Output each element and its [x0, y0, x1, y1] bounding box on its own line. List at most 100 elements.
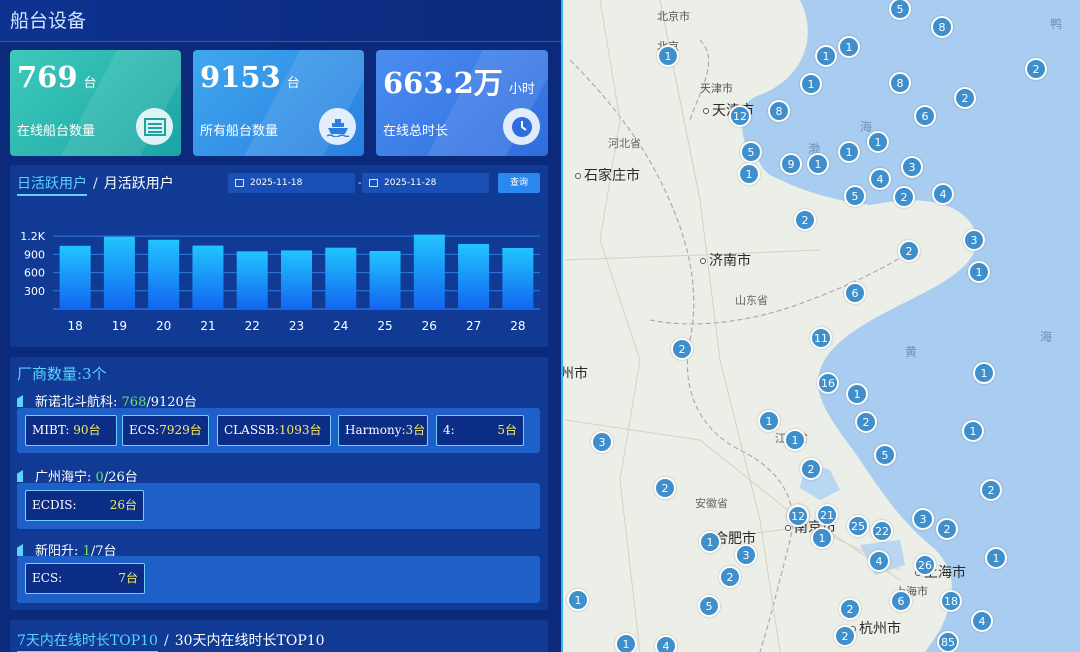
ship-cluster-marker[interactable]: 1: [962, 420, 984, 442]
ship-cluster-marker[interactable]: 1: [985, 547, 1007, 569]
ship-cluster-marker[interactable]: 5: [698, 595, 720, 617]
tab-7day-top10[interactable]: 7天内在线时长TOP10: [17, 633, 158, 652]
ship-cluster-marker[interactable]: 4: [868, 550, 890, 572]
ship-cluster-marker[interactable]: 26: [914, 554, 936, 576]
ship-cluster-marker[interactable]: 1: [657, 45, 679, 67]
bar[interactable]: [413, 234, 445, 309]
bar[interactable]: [325, 247, 357, 309]
online-duration-card[interactable]: 663.2万 小时 在线总时长: [376, 50, 548, 156]
device-type-tag[interactable]: Harmony:3台: [338, 415, 428, 446]
device-panel: 船台设备 769 台 在线船台数量 9153 台 所有船台数量 663.2万 小时 在…: [0, 0, 563, 652]
tab-30day-top10[interactable]: 30天内在线时长TOP10: [175, 633, 325, 649]
ship-cluster-marker[interactable]: 3: [963, 229, 985, 251]
bar[interactable]: [502, 247, 534, 309]
ship-cluster-marker[interactable]: 12: [787, 505, 809, 527]
bar[interactable]: [458, 244, 490, 309]
ship-cluster-marker[interactable]: 1: [838, 141, 860, 163]
ship-cluster-marker[interactable]: 1: [811, 527, 833, 549]
device-type-tag[interactable]: CLASSB:1093台: [217, 415, 331, 446]
ship-cluster-marker[interactable]: 4: [971, 610, 993, 632]
ship-cluster-marker[interactable]: 1: [815, 45, 837, 67]
vendor-tag-row: ECS: 7台: [17, 556, 540, 603]
list-icon: [136, 108, 173, 145]
city-dot-icon: [785, 525, 791, 531]
vendor-tag-row: MIBT: 90台 ECS:7929台 CLASSB:1093台 Harmony…: [17, 408, 540, 453]
ship-cluster-marker[interactable]: 2: [719, 566, 741, 588]
device-type-tag[interactable]: 4: 5台: [436, 415, 524, 446]
map-place-label: 石家庄市: [575, 165, 640, 185]
ship-cluster-marker[interactable]: 2: [654, 477, 676, 499]
ship-cluster-marker[interactable]: 2: [671, 338, 693, 360]
building-icon: [17, 395, 23, 407]
vendor-tag-row: ECDIS: 26台: [17, 483, 540, 529]
ship-cluster-marker[interactable]: 1: [968, 261, 990, 283]
bar[interactable]: [236, 251, 268, 309]
ship-cluster-marker[interactable]: 6: [914, 105, 936, 127]
ship-cluster-marker[interactable]: 2: [893, 186, 915, 208]
bar[interactable]: [369, 251, 401, 309]
ship-cluster-marker[interactable]: 1: [838, 36, 860, 58]
ship-cluster-marker[interactable]: 2: [954, 87, 976, 109]
ship-cluster-marker[interactable]: 2: [898, 240, 920, 262]
ship-cluster-marker[interactable]: 12: [729, 105, 751, 127]
bar[interactable]: [281, 250, 312, 309]
ship-cluster-marker[interactable]: 6: [890, 590, 912, 612]
bar[interactable]: [103, 236, 135, 309]
ship-cluster-marker[interactable]: 85: [937, 631, 959, 652]
ship-cluster-marker[interactable]: 1: [738, 163, 760, 185]
x-tick-label: 22: [245, 319, 260, 333]
ship-cluster-marker[interactable]: 5: [844, 185, 866, 207]
ship-cluster-marker[interactable]: 4: [869, 168, 891, 190]
ship-cluster-marker[interactable]: 1: [973, 362, 995, 384]
ship-cluster-marker[interactable]: 1: [867, 131, 889, 153]
ship-cluster-marker[interactable]: 22: [871, 520, 893, 542]
ship-cluster-marker[interactable]: 8: [889, 72, 911, 94]
ship-cluster-marker[interactable]: 3: [912, 508, 934, 530]
device-type-tag[interactable]: ECDIS: 26台: [25, 490, 144, 521]
ship-cluster-marker[interactable]: 3: [735, 544, 757, 566]
ship-cluster-marker[interactable]: 2: [936, 518, 958, 540]
ship-cluster-marker[interactable]: 3: [901, 156, 923, 178]
ship-cluster-marker[interactable]: 1: [784, 429, 806, 451]
ship-cluster-marker[interactable]: 4: [655, 635, 677, 652]
ship-cluster-marker[interactable]: 1: [567, 589, 589, 611]
ship-cluster-marker[interactable]: 2: [855, 411, 877, 433]
ship-cluster-marker[interactable]: 2: [794, 209, 816, 231]
ship-cluster-marker[interactable]: 2: [839, 598, 861, 620]
ship-cluster-marker[interactable]: 2: [800, 458, 822, 480]
tag-label: CLASSB:: [224, 423, 279, 437]
ship-cluster-marker[interactable]: 5: [874, 444, 896, 466]
ship-cluster-marker[interactable]: 4: [932, 183, 954, 205]
device-type-tag[interactable]: ECS: 7台: [25, 563, 145, 594]
bar[interactable]: [192, 245, 224, 309]
ship-cluster-marker[interactable]: 6: [844, 282, 866, 304]
ship-cluster-marker[interactable]: 3: [591, 431, 613, 453]
ship-cluster-marker[interactable]: 25: [847, 515, 869, 537]
device-type-tag[interactable]: ECS:7929台: [122, 415, 209, 446]
ship-cluster-marker[interactable]: 1: [758, 410, 780, 432]
ship-cluster-marker[interactable]: 1: [800, 73, 822, 95]
ship-cluster-marker[interactable]: 18: [940, 590, 962, 612]
ship-cluster-marker[interactable]: 2: [980, 479, 1002, 501]
ship-cluster-marker[interactable]: 21: [816, 504, 838, 526]
ship-cluster-marker[interactable]: 1: [807, 153, 829, 175]
ship-cluster-marker[interactable]: 2: [1025, 58, 1047, 80]
bar[interactable]: [148, 239, 180, 309]
ship-cluster-marker[interactable]: 1: [615, 633, 637, 652]
online-devices-card[interactable]: 769 台 在线船台数量: [10, 50, 181, 156]
ship-cluster-marker[interactable]: 5: [740, 141, 762, 163]
ship-cluster-marker[interactable]: 1: [846, 383, 868, 405]
ship-cluster-marker[interactable]: 1: [699, 531, 721, 553]
building-icon: [17, 470, 23, 482]
ship-cluster-marker[interactable]: 16: [817, 372, 839, 394]
ship-cluster-marker[interactable]: 11: [810, 327, 832, 349]
all-devices-card[interactable]: 9153 台 所有船台数量: [193, 50, 364, 156]
tag-count: 5台: [497, 423, 517, 437]
stat-cards: 769 台 在线船台数量 9153 台 所有船台数量 663.2万 小时 在线总时长: [10, 50, 550, 156]
ship-cluster-marker[interactable]: 8: [768, 100, 790, 122]
ship-cluster-marker[interactable]: 8: [931, 16, 953, 38]
ship-cluster-marker[interactable]: 9: [780, 153, 802, 175]
bar[interactable]: [59, 245, 91, 309]
device-type-tag[interactable]: MIBT: 90台: [25, 415, 117, 446]
ship-cluster-marker[interactable]: 2: [834, 625, 856, 647]
